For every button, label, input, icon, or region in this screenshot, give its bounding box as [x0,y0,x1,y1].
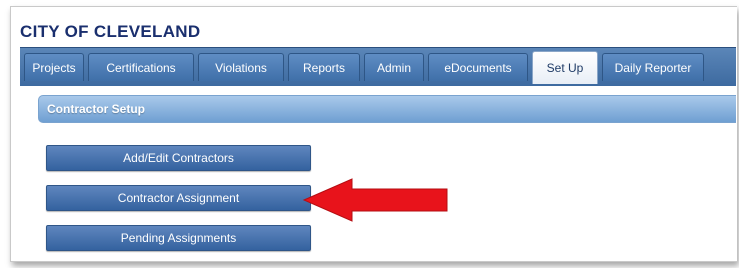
add-edit-contractors-button[interactable]: Add/Edit Contractors [46,145,311,171]
tab-projects[interactable]: Projects [24,53,84,81]
tab-set-up[interactable]: Set Up [532,51,598,84]
tab-violations[interactable]: Violations [198,53,284,81]
page-title: CITY OF CLEVELAND [20,22,201,41]
tab-daily-reporter[interactable]: Daily Reporter [602,53,704,81]
tab-reports[interactable]: Reports [288,53,360,81]
annotation-arrow-icon [302,178,448,222]
section-header: Contractor Setup [38,95,736,123]
tab-edocuments[interactable]: eDocuments [428,53,528,81]
contractor-assignment-button[interactable]: Contractor Assignment [46,185,311,211]
tab-admin[interactable]: Admin [364,53,424,81]
pending-assignments-button[interactable]: Pending Assignments [46,225,311,251]
app-window [10,6,737,262]
section-title: Contractor Setup [47,102,146,116]
main-tab-bar: Projects Certifications Violations Repor… [20,47,736,86]
tab-certifications[interactable]: Certifications [88,53,194,81]
